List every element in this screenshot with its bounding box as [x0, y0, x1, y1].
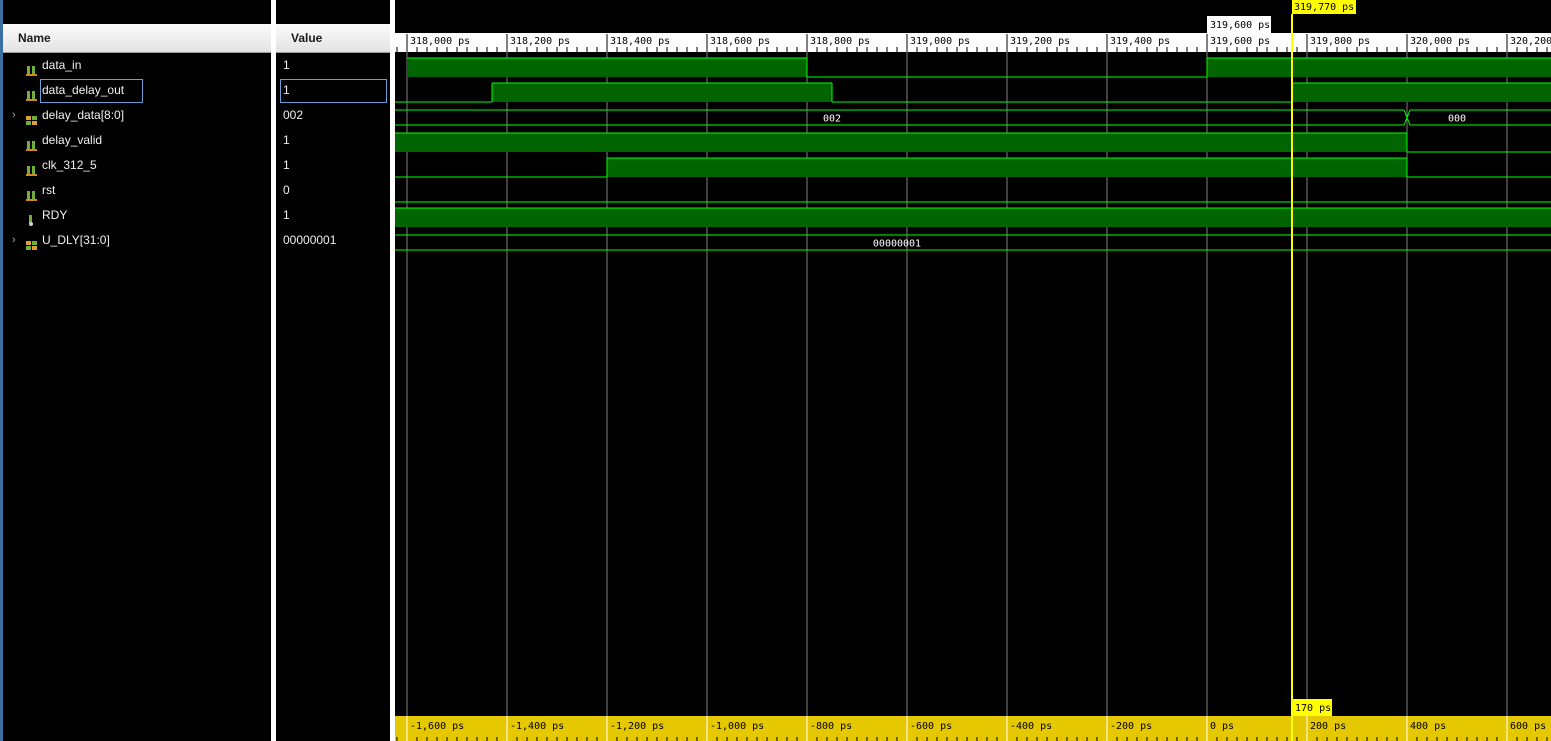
signal-name: RDY — [42, 208, 68, 222]
time-tick-label: 318,400 ps — [610, 36, 670, 47]
time-tick-label: 319,200 ps — [1010, 36, 1070, 47]
relative-time-label: -1,600 ps — [410, 721, 464, 732]
value-header-label: Value — [291, 31, 323, 45]
marker-time-label: 319,600 ps — [1210, 20, 1270, 31]
time-tick-label: 318,000 ps — [410, 36, 470, 47]
scalar-signal-icon — [26, 85, 37, 101]
signal-value[interactable]: 0 — [276, 178, 390, 203]
selection-outline — [280, 79, 387, 103]
signal-value[interactable]: 1 — [276, 203, 390, 228]
signal-value[interactable]: 1 — [276, 128, 390, 153]
time-tick-label: 319,000 ps — [910, 36, 970, 47]
relative-time-label: -400 ps — [1010, 721, 1052, 732]
time-tick-label: 319,800 ps — [1310, 36, 1370, 47]
signal-name: rst — [42, 183, 56, 197]
signal-row-clk-312-5[interactable]: clk_312_5 — [3, 153, 271, 178]
selection-outline — [40, 79, 143, 103]
scalar-signal-icon — [26, 185, 37, 201]
waveform-high-fill — [1292, 83, 1551, 102]
expand-chevron-icon[interactable]: › — [12, 228, 22, 253]
signal-name: clk_312_5 — [42, 158, 97, 172]
delta-time-label: 170 ps — [1295, 703, 1331, 714]
relative-time-label: 200 ps — [1310, 721, 1346, 732]
waveform-viewer[interactable]: 318,000 ps 318,200 ps 318,400 ps 318,600 ps… — [395, 0, 1551, 741]
signal-name: U_DLY[31:0] — [42, 233, 110, 247]
time-tick-label: 318,200 ps — [510, 36, 570, 47]
time-tick-label: 320,000 ps — [1410, 36, 1470, 47]
cursor-time-label: 319,770 ps — [1294, 2, 1354, 13]
signal-row-data-in[interactable]: data_in — [3, 53, 271, 78]
relative-time-label: -200 ps — [1110, 721, 1152, 732]
waveform-canvas[interactable]: 318,000 ps 318,200 ps 318,400 ps 318,600 ps… — [395, 0, 1551, 741]
waveform-high-fill — [395, 133, 1407, 152]
bus-value-label: 002 — [823, 114, 841, 125]
signal-value[interactable]: 1 — [276, 153, 390, 178]
signal-row-rdy[interactable]: RDY — [3, 203, 271, 228]
waveform-high-fill — [492, 83, 832, 102]
relative-time-label: -800 ps — [810, 721, 852, 732]
waveform-high-fill — [407, 58, 807, 77]
relative-time-label: 400 ps — [1410, 721, 1446, 732]
expand-chevron-icon[interactable]: › — [12, 103, 22, 128]
output-signal-icon — [26, 210, 37, 226]
signal-row-u-dly-31-0[interactable]: › U_DLY[31:0] — [3, 228, 271, 253]
relative-time-label: -1,000 ps — [710, 721, 764, 732]
relative-time-label: 0 ps — [1210, 721, 1234, 732]
signal-name: delay_valid — [42, 133, 103, 147]
time-tick-label: 319,600 ps — [1210, 36, 1270, 47]
signal-row-rst[interactable]: rst — [3, 178, 271, 203]
signal-value[interactable]: 002 — [276, 103, 390, 128]
signal-name: delay_data[8:0] — [42, 108, 125, 122]
signal-row-delay-data-8-0[interactable]: › delay_data[8:0] — [3, 103, 271, 128]
waveform-high-fill — [1207, 58, 1551, 77]
signal-value[interactable]: 00000001 — [276, 228, 390, 253]
bus-value-label: 00000001 — [873, 239, 921, 250]
name-column-header[interactable]: Name — [3, 24, 271, 53]
scalar-signal-icon — [26, 60, 37, 76]
relative-time-label: -1,200 ps — [610, 721, 664, 732]
relative-time-label: -1,400 ps — [510, 721, 564, 732]
time-tick-label: 318,600 ps — [710, 36, 770, 47]
signal-row-delay-valid[interactable]: delay_valid — [3, 128, 271, 153]
name-header-label: Name — [18, 31, 51, 45]
bus-value-label: 000 — [1448, 114, 1466, 125]
time-tick-label: 320,200 ps — [1510, 36, 1551, 47]
bus-signal-icon — [26, 110, 37, 125]
bottom-ruler — [395, 716, 1551, 741]
signal-name: data_in — [42, 58, 82, 72]
waveform-high-fill — [395, 208, 1551, 227]
scalar-signal-icon — [26, 160, 37, 176]
relative-time-label: 600 ps — [1510, 721, 1546, 732]
time-tick-label: 319,400 ps — [1110, 36, 1170, 47]
scalar-signal-icon — [26, 135, 37, 151]
value-column-header[interactable]: Value — [276, 24, 390, 53]
relative-time-label: -600 ps — [910, 721, 952, 732]
signal-value[interactable]: 1 — [276, 53, 390, 78]
time-tick-label: 318,800 ps — [810, 36, 870, 47]
bus-signal-icon — [26, 235, 37, 250]
waveform-high-fill — [607, 158, 1407, 177]
